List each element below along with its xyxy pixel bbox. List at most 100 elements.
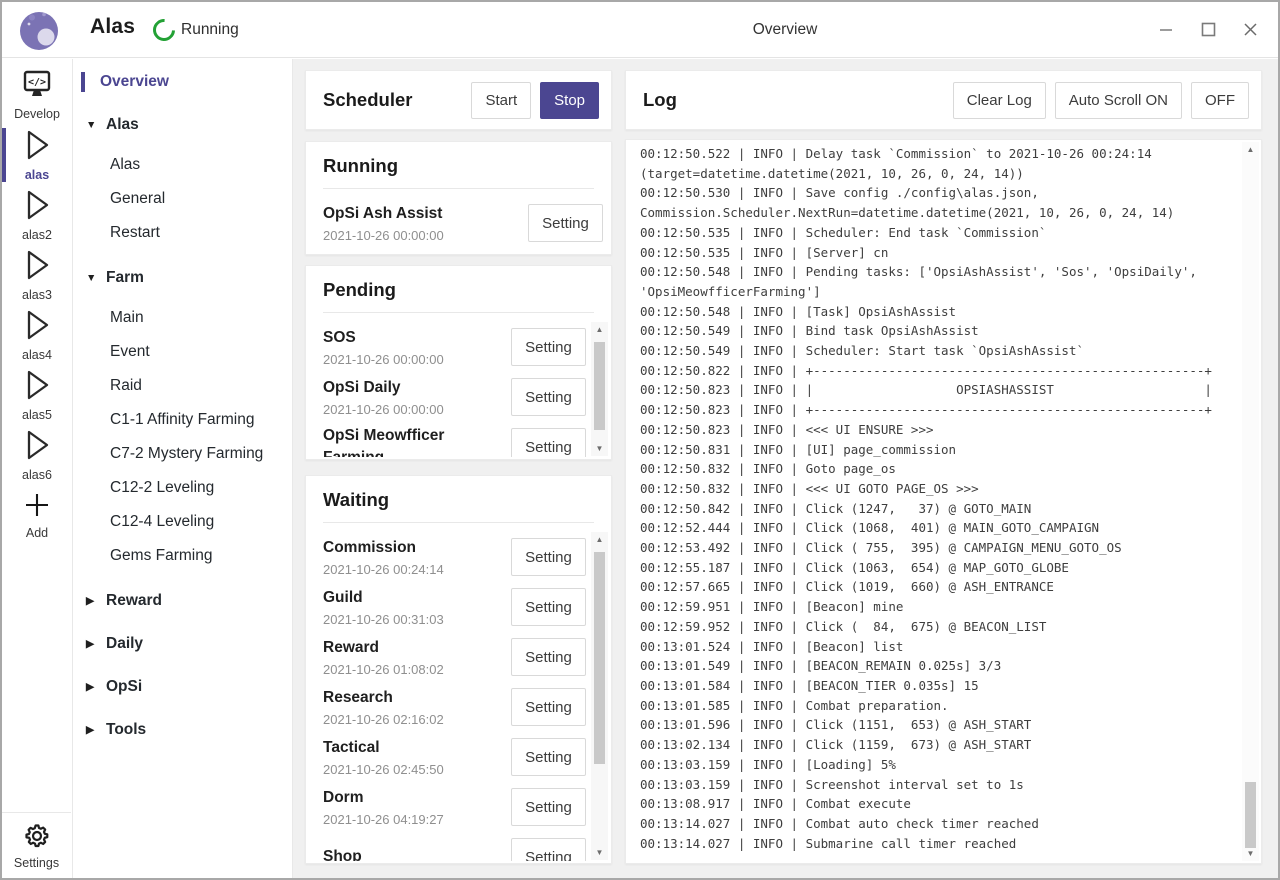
log-line: 00:12:50.822 | INFO | +-----------------…: [640, 361, 1237, 381]
nav-item-label: General: [110, 190, 165, 207]
log-header-card: Log Clear Log Auto Scroll ON OFF: [625, 70, 1262, 130]
nav-item-overview[interactable]: Overview: [73, 67, 292, 97]
scheduler-card: Scheduler Start Stop: [305, 70, 612, 130]
task-setting-button[interactable]: Setting: [511, 788, 586, 826]
window-controls: [1148, 14, 1268, 44]
rail-item-alas[interactable]: alas: [2, 125, 72, 185]
minimize-button[interactable]: [1148, 14, 1184, 44]
rail-item-settings[interactable]: Settings: [2, 812, 71, 878]
waiting-card: Waiting Commission2021-10-26 00:24:14Set…: [305, 475, 612, 864]
maximize-button[interactable]: [1190, 14, 1226, 44]
pending-scrollbar[interactable]: ▲ ▼: [591, 322, 608, 456]
scroll-up-icon[interactable]: ▲: [1242, 142, 1259, 157]
titlebar: Alas Running Overview: [2, 2, 1278, 58]
task-setting-button[interactable]: Setting: [511, 378, 586, 416]
task-setting-button[interactable]: Setting: [511, 638, 586, 676]
instance-rail: </>Developalas alas2 alas3 alas4 alas5 alas6 A…: [2, 59, 73, 878]
close-button[interactable]: [1232, 14, 1268, 44]
log-scrollbar[interactable]: ▲ ▼: [1242, 142, 1259, 861]
start-button[interactable]: Start: [471, 82, 531, 119]
nav-item-gems-farming[interactable]: Gems Farming: [73, 539, 292, 573]
task-setting-button[interactable]: Setting: [511, 838, 586, 861]
scroll-up-icon[interactable]: ▲: [591, 322, 608, 337]
nav-item-event[interactable]: Event: [73, 335, 292, 369]
rail-item-alas4[interactable]: alas4: [2, 305, 72, 365]
nav-item-c1-1-affinity-farming[interactable]: C1-1 Affinity Farming: [73, 403, 292, 437]
rail-item-add[interactable]: Add: [2, 485, 72, 545]
task-setting-button[interactable]: Setting: [528, 204, 603, 242]
task-setting-button[interactable]: Setting: [511, 738, 586, 776]
play-icon: [22, 188, 52, 227]
stop-button[interactable]: Stop: [540, 82, 599, 119]
nav-item-main[interactable]: Main: [73, 301, 292, 335]
nav-item-restart[interactable]: Restart: [73, 216, 292, 250]
task-next-run-time: 2021-10-26 02:45:50: [323, 761, 505, 778]
rail-item-develop[interactable]: </>Develop: [2, 65, 72, 125]
log-line: 00:12:59.951 | INFO | [Beacon] mine: [640, 597, 1237, 617]
task-name: Research: [323, 687, 505, 709]
nav-item-opsi[interactable]: ▶OpSi: [73, 672, 292, 702]
clear-log-button[interactable]: Clear Log: [953, 82, 1046, 119]
scrollbar-thumb[interactable]: [1245, 782, 1256, 848]
nav-item-farm[interactable]: ▼Farm: [73, 263, 292, 293]
maximize-icon: [1201, 22, 1216, 37]
task-setting-button[interactable]: Setting: [511, 538, 586, 576]
rail-item-alas3[interactable]: alas3: [2, 245, 72, 305]
nav-item-daily[interactable]: ▶Daily: [73, 629, 292, 659]
task-info: Research2021-10-26 02:16:02: [323, 687, 511, 728]
task-next-run-time: 2021-10-26 04:19:27: [323, 811, 505, 828]
nav-item-tools[interactable]: ▶Tools: [73, 715, 292, 745]
task-row: OpSi Meowfficer FarmingSetting: [306, 422, 590, 457]
scroll-down-icon[interactable]: ▼: [1242, 846, 1259, 861]
app-title: Alas: [90, 15, 135, 39]
rail-item-label: alas2: [22, 228, 52, 242]
nav-item-label: Alas: [110, 156, 140, 173]
nav-item-c12-2-leveling[interactable]: C12-2 Leveling: [73, 471, 292, 505]
log-line: 00:13:02.134 | INFO | Click (1159, 673) …: [640, 735, 1237, 755]
nav-item-general[interactable]: General: [73, 182, 292, 216]
running-spinner-icon: [148, 14, 179, 45]
scroll-down-icon[interactable]: ▼: [591, 441, 608, 456]
scheduler-status-label: Running: [181, 21, 239, 39]
log-line: 00:12:50.530 | INFO | Save config ./conf…: [640, 183, 1237, 203]
log-title: Log: [643, 89, 953, 111]
task-row: Tactical2021-10-26 02:45:50Setting: [306, 732, 590, 782]
task-setting-button[interactable]: Setting: [511, 328, 586, 366]
waiting-task-list: Commission2021-10-26 00:24:14SettingGuil…: [306, 532, 590, 861]
rail-item-alas5[interactable]: alas5: [2, 365, 72, 425]
rail-item-alas2[interactable]: alas2: [2, 185, 72, 245]
task-name: OpSi Daily: [323, 377, 505, 399]
log-line: 00:12:50.823 | INFO | +-----------------…: [640, 400, 1237, 420]
log-line: 00:12:50.832 | INFO | <<< UI GOTO PAGE_O…: [640, 479, 1237, 499]
rail-item-label: alas6: [22, 468, 52, 482]
rail-item-alas6[interactable]: alas6: [2, 425, 72, 485]
scrollbar-thumb[interactable]: [594, 342, 605, 430]
autoscroll-on-button[interactable]: Auto Scroll ON: [1055, 82, 1182, 119]
rail-item-label: alas5: [22, 408, 52, 422]
log-line: 00:12:50.823 | INFO | <<< UI ENSURE >>>: [640, 420, 1237, 440]
nav-item-label: Reward: [106, 592, 162, 610]
scroll-down-icon[interactable]: ▼: [591, 845, 608, 860]
chevron-down-icon: ▼: [86, 119, 97, 131]
nav-item-c7-2-mystery-farming[interactable]: C7-2 Mystery Farming: [73, 437, 292, 471]
waiting-scrollbar[interactable]: ▲ ▼: [591, 532, 608, 860]
pending-card: Pending SOS2021-10-26 00:00:00SettingOpS…: [305, 265, 612, 460]
scrollbar-thumb[interactable]: [594, 552, 605, 764]
nav-item-reward[interactable]: ▶Reward: [73, 586, 292, 616]
nav-item-c12-4-leveling[interactable]: C12-4 Leveling: [73, 505, 292, 539]
nav-item-alas[interactable]: ▼Alas: [73, 110, 292, 140]
task-setting-button[interactable]: Setting: [511, 588, 586, 626]
task-setting-button[interactable]: Setting: [511, 428, 586, 457]
nav-item-raid[interactable]: Raid: [73, 369, 292, 403]
autoscroll-off-button[interactable]: OFF: [1191, 82, 1249, 119]
task-next-run-time: 2021-10-26 01:08:02: [323, 661, 505, 678]
rail-item-label: Develop: [14, 107, 60, 121]
scroll-up-icon[interactable]: ▲: [591, 532, 608, 547]
nav-item-alas[interactable]: Alas: [73, 148, 292, 182]
scheduler-title: Scheduler: [323, 89, 471, 111]
main-area: Scheduler Start Stop Running OpSi Ash As…: [293, 59, 1278, 878]
task-name: Reward: [323, 637, 505, 659]
task-setting-button[interactable]: Setting: [511, 688, 586, 726]
alas-logo-icon: [17, 8, 61, 52]
rail-item-label: alas4: [22, 348, 52, 362]
